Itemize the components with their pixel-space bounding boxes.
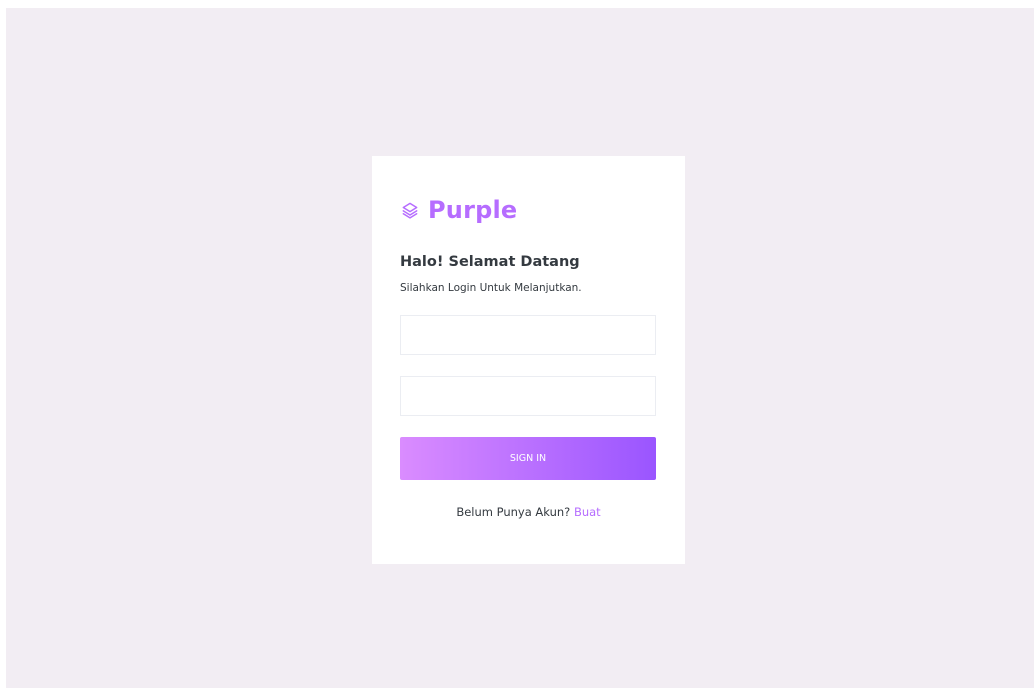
register-link[interactable]: Buat bbox=[574, 505, 601, 519]
sign-in-button[interactable]: SIGN IN bbox=[400, 437, 656, 480]
login-card: Purple Halo! Selamat Datang Silahkan Log… bbox=[372, 156, 685, 564]
register-prompt-line: Belum Punya Akun? Buat bbox=[372, 505, 685, 519]
username-input[interactable] bbox=[400, 315, 656, 355]
page-background: Purple Halo! Selamat Datang Silahkan Log… bbox=[6, 8, 1034, 688]
login-heading: Halo! Selamat Datang bbox=[400, 254, 580, 270]
brand-logo: Purple bbox=[400, 194, 517, 226]
register-prompt-text: Belum Punya Akun? bbox=[456, 505, 571, 519]
layers-icon bbox=[400, 200, 420, 220]
password-input[interactable] bbox=[400, 376, 656, 416]
brand-name: Purple bbox=[428, 196, 518, 224]
login-subheading: Silahkan Login Untuk Melanjutkan. bbox=[400, 282, 582, 294]
